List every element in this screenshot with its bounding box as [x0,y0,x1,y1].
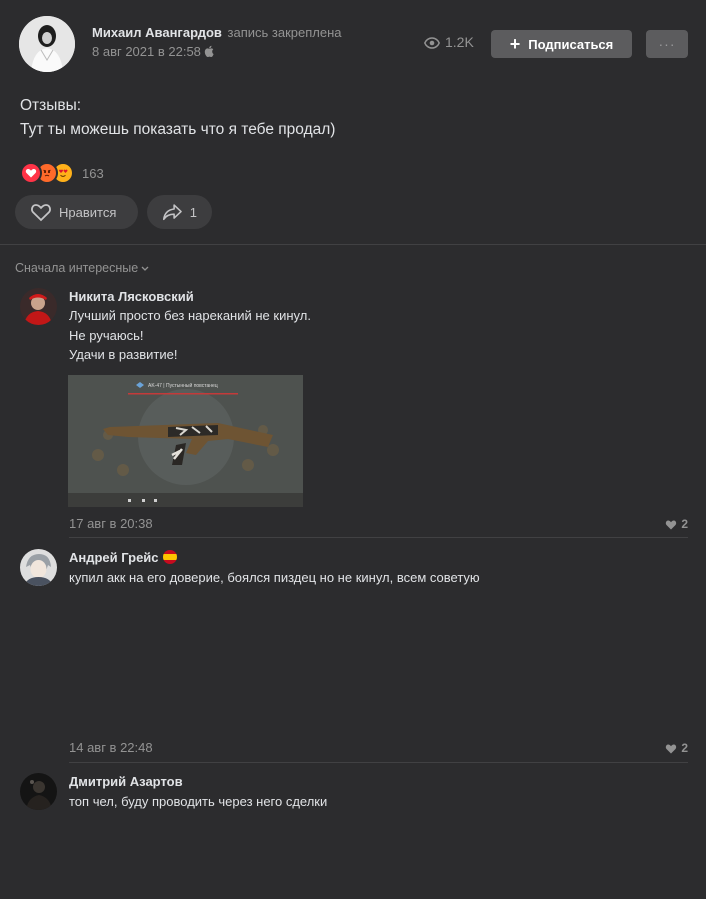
comment-text-line: Не ручаюсь! [69,327,144,343]
more-options-button[interactable]: ··· [646,30,688,58]
reactions-count: 163 [82,165,104,181]
comment-author-avatar[interactable] [20,288,57,325]
post-text-line: Отзывы: [20,97,82,114]
comment-like-count: 2 [681,517,688,531]
heart-icon [666,520,677,530]
post-date: 8 авг 2021 в 22:58 [92,44,214,60]
apple-icon [204,45,214,60]
heart-icon [666,744,677,754]
attachment-caption: AK-47 | Пустынный повстанец [148,382,218,389]
comment-text: топ чел, буду проводить через него сделк… [69,792,327,812]
post-header: Михаил Авангардов запись закреплена 8 ав… [0,0,706,90]
comment-image-attachment[interactable]: AK-47 | Пустынный повстанец [68,375,303,507]
comment-text-line: купил акк на его доверие, боялся пиздец … [69,570,480,585]
post-date-text[interactable]: 8 авг 2021 в 22:58 [92,44,201,59]
subscribe-button[interactable]: + Подписаться [491,30,632,58]
comment-text-line: Удачи в развитие! [69,347,178,362]
comment-like-button[interactable]: 2 [665,517,688,531]
post-author-avatar[interactable] [19,16,75,72]
post-text-line: Тут ты можешь показать что я тебе продал… [20,121,336,138]
comment-author-name[interactable]: Никита Лясковский [69,289,194,304]
post-page: Михаил Авангардов запись закреплена 8 ав… [0,0,706,899]
divider [0,244,706,245]
like-label: Нравится [59,204,117,220]
comment-separator [69,537,688,538]
post-author-name[interactable]: Михаил Авангардов [92,25,222,40]
pinned-label: запись закреплена [227,25,342,40]
more-icon: ··· [658,36,676,52]
share-count: 1 [189,204,197,220]
post-text: Отзывы: Тут ты можешь показать что я теб… [20,94,335,142]
heart-reaction-icon [20,162,42,184]
sort-label: Сначала интересные [15,261,139,275]
comment-author-name-text: Андрей Грейс [69,550,159,565]
post-author-line: Михаил Авангардов запись закреплена [92,25,342,40]
comment-like-button[interactable]: 2 [665,741,688,755]
chevron-down-icon [141,266,149,271]
comment-text-line: топ чел, буду проводить через него сделк… [69,794,328,809]
subscribe-label: Подписаться [528,36,614,52]
comment-text-line: Лучший просто без нареканий не кинул. [69,308,311,323]
views-counter: 1.2K [423,34,474,50]
reactions-summary[interactable]: 163 [20,162,104,184]
heart-icon [31,204,51,222]
comment-date[interactable]: 17 авг в 20:38 [69,516,153,531]
comment-like-count: 2 [681,741,688,755]
comment-separator [69,762,688,763]
views-count: 1.2K [445,34,474,50]
comment-author-avatar[interactable] [20,773,57,810]
share-arrow-icon [162,204,182,221]
comments-sort-dropdown[interactable]: Сначала интересные [15,261,149,275]
spain-flag-icon [162,550,177,564]
comment-text: купил акк на его доверие, боялся пиздец … [69,568,480,588]
eye-icon [423,37,441,49]
share-button[interactable]: 1 [147,195,212,229]
comment-author-name[interactable]: Дмитрий Азартов [69,774,183,789]
like-button[interactable]: Нравится [15,195,138,229]
plus-icon: + [509,34,521,54]
comment-date[interactable]: 14 авг в 22:48 [69,740,153,755]
comment-author-name[interactable]: Андрей Грейс [69,550,177,565]
comment-author-avatar[interactable] [20,549,57,586]
post-actions: Нравится 1 [15,195,221,229]
comment-text: Лучший просто без нареканий не кинул. Не… [69,306,311,365]
